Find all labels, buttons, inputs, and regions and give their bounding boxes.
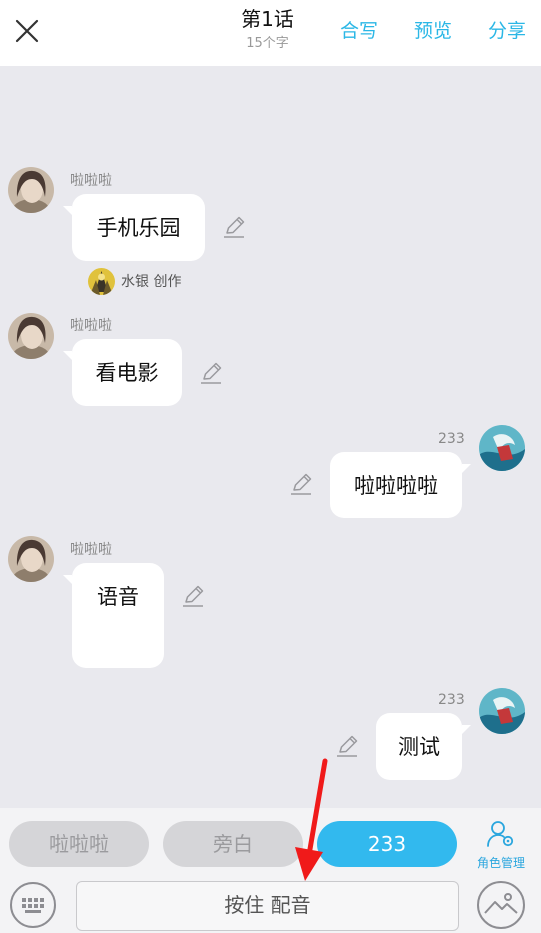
top-bar: 第1话 15个字 合写 预览 分享 bbox=[0, 0, 541, 66]
sender-name: 233 bbox=[438, 692, 465, 708]
user-avatar-icon[interactable] bbox=[479, 425, 525, 471]
user-avatar-icon[interactable] bbox=[479, 688, 525, 734]
keyboard-icon[interactable] bbox=[9, 881, 57, 929]
sender-name: 233 bbox=[438, 431, 465, 447]
role-button-selected[interactable]: 233 bbox=[317, 821, 457, 867]
edit-pencil-icon[interactable] bbox=[288, 471, 314, 497]
message-text: 语音 bbox=[97, 585, 139, 609]
message-bubble[interactable]: 手机乐园 bbox=[63, 194, 205, 261]
message-bubble[interactable]: 啦啦啦啦 bbox=[330, 452, 471, 518]
creator-label: 水银 创作 bbox=[121, 274, 182, 290]
message-text: 测试 bbox=[398, 735, 440, 759]
close-icon[interactable] bbox=[10, 14, 44, 48]
share-button[interactable]: 分享 bbox=[488, 18, 526, 44]
user-avatar-icon[interactable] bbox=[8, 536, 54, 582]
sender-name: 啦啦啦 bbox=[70, 318, 112, 334]
message-text: 看电影 bbox=[95, 361, 159, 385]
role-manage-icon bbox=[487, 821, 514, 847]
sender-name: 啦啦啦 bbox=[70, 542, 112, 558]
edit-pencil-icon[interactable] bbox=[334, 733, 360, 759]
page-title: 第1话 bbox=[241, 7, 294, 31]
title-block: 第1话 15个字 bbox=[200, 6, 335, 54]
role-manage-label: 角色管理 bbox=[476, 856, 525, 870]
edit-pencil-icon[interactable] bbox=[221, 214, 247, 240]
preview-button[interactable]: 预览 bbox=[414, 18, 452, 44]
user-avatar-icon[interactable] bbox=[8, 167, 54, 213]
user-avatar-icon[interactable] bbox=[8, 313, 54, 359]
word-count: 15个字 bbox=[246, 36, 289, 51]
hold-to-record-button[interactable]: 按住 配音 bbox=[76, 881, 459, 931]
image-icon[interactable] bbox=[476, 880, 526, 930]
sender-name: 啦啦啦 bbox=[70, 173, 112, 189]
message-text: 啦啦啦啦 bbox=[354, 474, 438, 498]
message-bubble[interactable]: 看电影 bbox=[63, 339, 182, 406]
bottom-toolbar: 啦啦啦 旁白 233 角色管理 按住 配音 bbox=[0, 808, 541, 933]
edit-pencil-icon[interactable] bbox=[180, 583, 206, 609]
edit-pencil-icon[interactable] bbox=[198, 360, 224, 386]
creator-credit: 水银 创作 bbox=[88, 267, 181, 295]
message-bubble[interactable]: 测试 bbox=[376, 713, 471, 780]
role-button[interactable]: 啦啦啦 bbox=[9, 821, 149, 867]
chat-area[interactable]: 啦啦啦 手机乐园 水银 创作 啦啦啦 看电影 233 啦啦啦啦 啦啦啦 语音 2… bbox=[0, 66, 541, 808]
message-bubble[interactable]: 语音 bbox=[63, 563, 164, 668]
message-text: 手机乐园 bbox=[96, 216, 181, 240]
creator-avatar-icon bbox=[88, 267, 115, 295]
role-button[interactable]: 旁白 bbox=[163, 821, 303, 867]
role-manage-button[interactable]: 角色管理 bbox=[469, 820, 533, 876]
collab-button[interactable]: 合写 bbox=[340, 18, 378, 44]
